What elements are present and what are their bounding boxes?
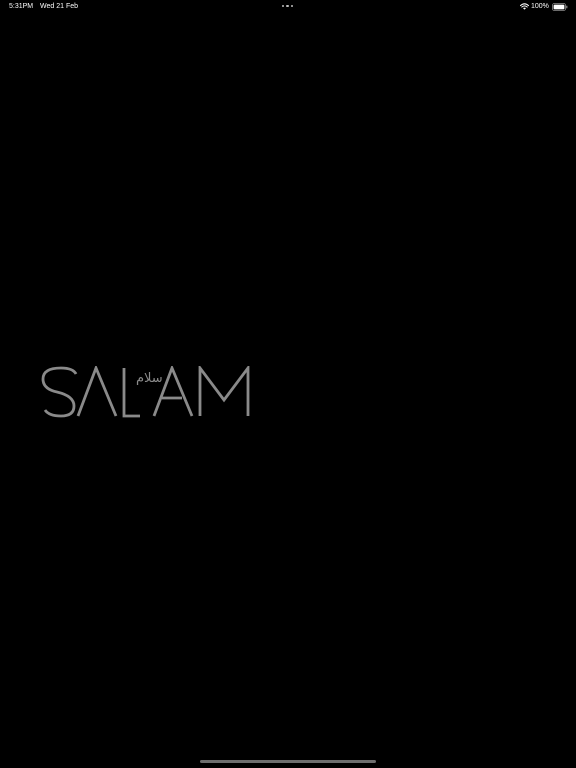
multitask-dot	[286, 5, 289, 8]
status-bar: 5:31PM Wed 21 Feb 100%	[0, 0, 576, 14]
multitask-dots-icon[interactable]	[282, 5, 294, 8]
splash-screen: 5:31PM Wed 21 Feb 100% سلام	[0, 0, 576, 768]
status-time: 5:31PM	[9, 3, 34, 10]
multitask-dot	[282, 5, 285, 8]
wifi-icon	[520, 3, 529, 10]
multitask-dot	[290, 5, 294, 8]
arabic-logo-text: سلام	[136, 371, 163, 386]
battery-percent: 100%	[531, 3, 549, 10]
status-date: Wed 21 Feb	[40, 3, 79, 10]
battery-full-icon	[552, 3, 568, 11]
home-indicator[interactable]	[200, 760, 376, 763]
